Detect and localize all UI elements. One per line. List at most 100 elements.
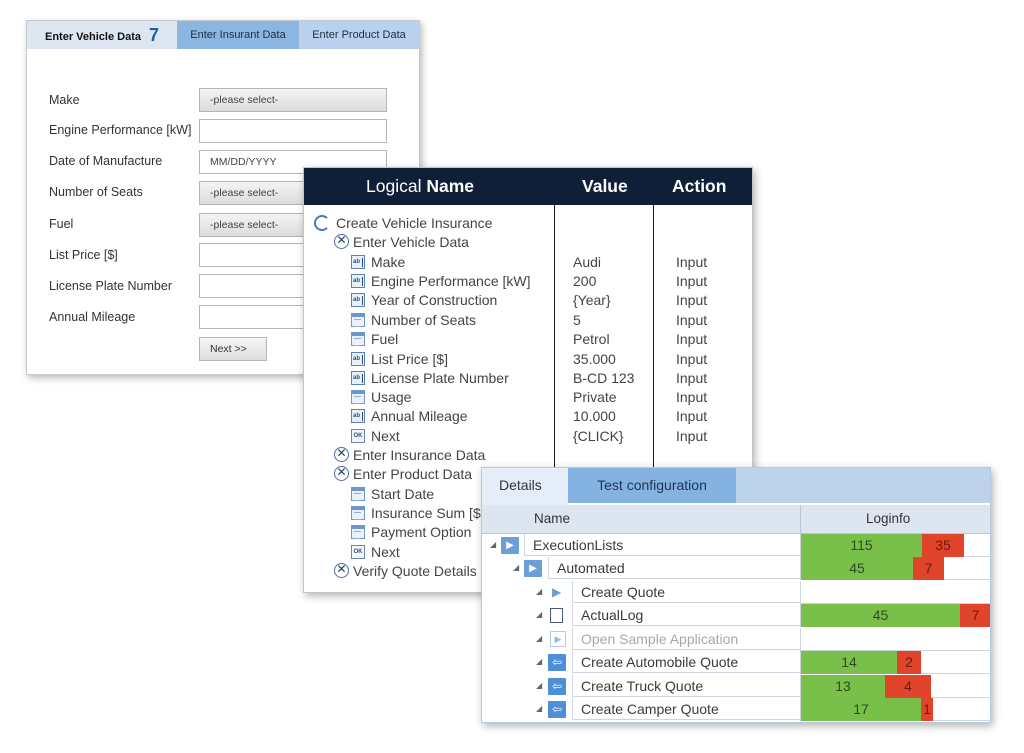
expand-triangle-icon[interactable]: ◢ bbox=[536, 588, 542, 596]
value-header: Value bbox=[582, 176, 628, 196]
tree-row-name: Enter Insurance Data bbox=[353, 447, 486, 463]
tree-row-name: Verify Quote Details bbox=[353, 563, 477, 579]
tree-row-action[interactable]: Input bbox=[676, 272, 707, 291]
module-x-icon: ✕ bbox=[334, 447, 349, 462]
tree-row[interactable]: ab Make Audi Input bbox=[304, 253, 752, 272]
name-column-header[interactable]: Name bbox=[534, 505, 570, 533]
tree-row-name: Create Vehicle Insurance bbox=[336, 215, 493, 231]
execution-list-icon: ▶ bbox=[524, 560, 542, 577]
engine-performance-input[interactable] bbox=[199, 119, 387, 143]
tab-vehicle-label: Enter Vehicle Data bbox=[44, 31, 141, 43]
loginfo-bar: 13 4 bbox=[800, 675, 990, 698]
tree-row-name: Payment Option bbox=[371, 524, 472, 540]
header-divider bbox=[800, 505, 801, 533]
next-button[interactable]: Next >> bbox=[199, 337, 267, 361]
tree-row-value[interactable]: {CLICK} bbox=[573, 427, 624, 446]
log-icon bbox=[550, 608, 563, 623]
tree-row-action[interactable]: Input bbox=[676, 330, 707, 349]
expand-triangle-icon[interactable]: ◢ bbox=[536, 682, 542, 690]
execution-row[interactable]: ◢ ▶ Automated 45 7 bbox=[482, 557, 990, 580]
list-price-label: List Price [$] bbox=[49, 248, 118, 262]
execution-row[interactable]: ◢ ⇦ Create Automobile Quote 14 2 bbox=[482, 651, 990, 674]
tree-row[interactable]: ab Year of Construction {Year} Input bbox=[304, 291, 752, 310]
logical-header-text: Logical bbox=[366, 176, 427, 196]
tree-row-action[interactable]: Input bbox=[676, 388, 707, 407]
tree-row-value[interactable]: Audi bbox=[573, 253, 601, 272]
listbox-icon bbox=[351, 487, 365, 501]
tree-header: Logical Name Value Action bbox=[304, 168, 752, 205]
execution-row[interactable]: ◢ ▶ Create Quote bbox=[482, 581, 990, 604]
tab-enter-product-data[interactable]: Enter Product Data bbox=[299, 21, 419, 49]
textbox-icon: ab bbox=[351, 293, 365, 307]
engine-performance-label: Engine Performance [kW] bbox=[49, 123, 192, 137]
loginfo-bar: 45 7 bbox=[800, 557, 990, 580]
make-label: Make bbox=[49, 93, 80, 107]
tree-row-value[interactable]: 5 bbox=[573, 311, 581, 330]
tree-row-action[interactable]: Input bbox=[676, 407, 707, 426]
execution-row-name: ExecutionLists bbox=[524, 534, 800, 556]
tab-enter-vehicle-data[interactable]: Enter Vehicle Data 7 bbox=[27, 21, 177, 49]
logical-name-header: Logical Name bbox=[366, 168, 474, 205]
tree-row[interactable]: Usage Private Input bbox=[304, 388, 752, 407]
execution-row[interactable]: ◢ ▶ ExecutionLists 115 35 bbox=[482, 534, 990, 557]
listbox-icon bbox=[351, 313, 365, 327]
failed-count: 7 bbox=[960, 604, 990, 627]
tree-row[interactable]: ab List Price [$] 35.000 Input bbox=[304, 350, 752, 369]
tree-row[interactable]: ✕ Enter Vehicle Data bbox=[304, 233, 752, 252]
failed-count: 1 bbox=[921, 698, 933, 721]
tree-row-value[interactable]: Private bbox=[573, 388, 617, 407]
tree-row-action[interactable]: Input bbox=[676, 350, 707, 369]
execution-row[interactable]: ◢ ▶ Open Sample Application bbox=[482, 628, 990, 651]
tree-row[interactable]: OK Next {CLICK} Input bbox=[304, 427, 752, 446]
tree-row[interactable]: Number of Seats 5 Input bbox=[304, 311, 752, 330]
tree-row-name: Fuel bbox=[371, 331, 399, 347]
execution-row[interactable]: ◢ ⇦ Create Truck Quote 13 4 bbox=[482, 675, 990, 698]
module-x-icon: ✕ bbox=[334, 466, 349, 481]
expand-triangle-icon[interactable]: ◢ bbox=[536, 635, 542, 643]
execution-row-name: Automated bbox=[548, 557, 800, 579]
expand-triangle-icon[interactable]: ◢ bbox=[536, 658, 542, 666]
ok-button-icon: OK bbox=[351, 545, 365, 559]
loginfo-column-header[interactable]: Loginfo bbox=[866, 505, 910, 533]
tree-row-action[interactable]: Input bbox=[676, 311, 707, 330]
number-of-seats-label: Number of Seats bbox=[49, 185, 143, 199]
tab-enter-insurant-data[interactable]: Enter Insurant Data bbox=[177, 21, 299, 49]
tree-row-value[interactable]: B-CD 123 bbox=[573, 369, 634, 388]
tree-row-action[interactable]: Input bbox=[676, 291, 707, 310]
expand-triangle-icon[interactable]: ◢ bbox=[513, 564, 519, 572]
expand-triangle-icon[interactable]: ◢ bbox=[536, 705, 542, 713]
tree-row-value[interactable]: 10.000 bbox=[573, 407, 616, 426]
listbox-icon bbox=[351, 506, 365, 520]
tree-row[interactable]: ab Annual Mileage 10.000 Input bbox=[304, 407, 752, 426]
tab-vehicle-count: 7 bbox=[148, 25, 159, 45]
failed-count: 35 bbox=[922, 534, 964, 557]
execution-row-name: ActualLog bbox=[572, 604, 800, 626]
tree-row-name: List Price [$] bbox=[371, 351, 449, 367]
tree-row[interactable]: ab License Plate Number B-CD 123 Input bbox=[304, 369, 752, 388]
expand-triangle-icon[interactable]: ◢ bbox=[536, 611, 542, 619]
tab-details[interactable]: Details bbox=[482, 468, 568, 505]
execution-row[interactable]: ◢ ⇦ Create Camper Quote 17 1 bbox=[482, 698, 990, 721]
tree-row-value[interactable]: Petrol bbox=[573, 330, 610, 349]
license-plate-label: License Plate Number bbox=[49, 279, 172, 293]
tree-row[interactable]: Fuel Petrol Input bbox=[304, 330, 752, 349]
loginfo-bar: 45 7 bbox=[800, 604, 990, 627]
refresh-icon bbox=[314, 215, 330, 231]
tree-row-value[interactable]: 200 bbox=[573, 272, 596, 291]
tree-row[interactable]: ✕ Enter Insurance Data bbox=[304, 446, 752, 465]
tree-row-action[interactable]: Input bbox=[676, 427, 707, 446]
tree-row-action[interactable]: Input bbox=[676, 253, 707, 272]
execution-row[interactable]: ◢ ActualLog 45 7 bbox=[482, 604, 990, 627]
listbox-icon bbox=[351, 390, 365, 404]
tree-row[interactable]: ab Engine Performance [kW] 200 Input bbox=[304, 272, 752, 291]
expand-triangle-icon[interactable]: ◢ bbox=[490, 541, 496, 549]
tree-row-name: Enter Vehicle Data bbox=[353, 234, 469, 250]
make-select[interactable]: -please select- bbox=[199, 88, 387, 112]
tree-row-value[interactable]: 35.000 bbox=[573, 350, 616, 369]
tree-row-value[interactable]: {Year} bbox=[573, 291, 611, 310]
tab-test-configuration[interactable]: Test configuration bbox=[568, 468, 736, 503]
tree-row[interactable]: Create Vehicle Insurance bbox=[304, 214, 752, 233]
tree-row-name: Insurance Sum [$ bbox=[371, 505, 481, 521]
execution-row-name: Create Quote bbox=[572, 581, 800, 603]
tree-row-action[interactable]: Input bbox=[676, 369, 707, 388]
